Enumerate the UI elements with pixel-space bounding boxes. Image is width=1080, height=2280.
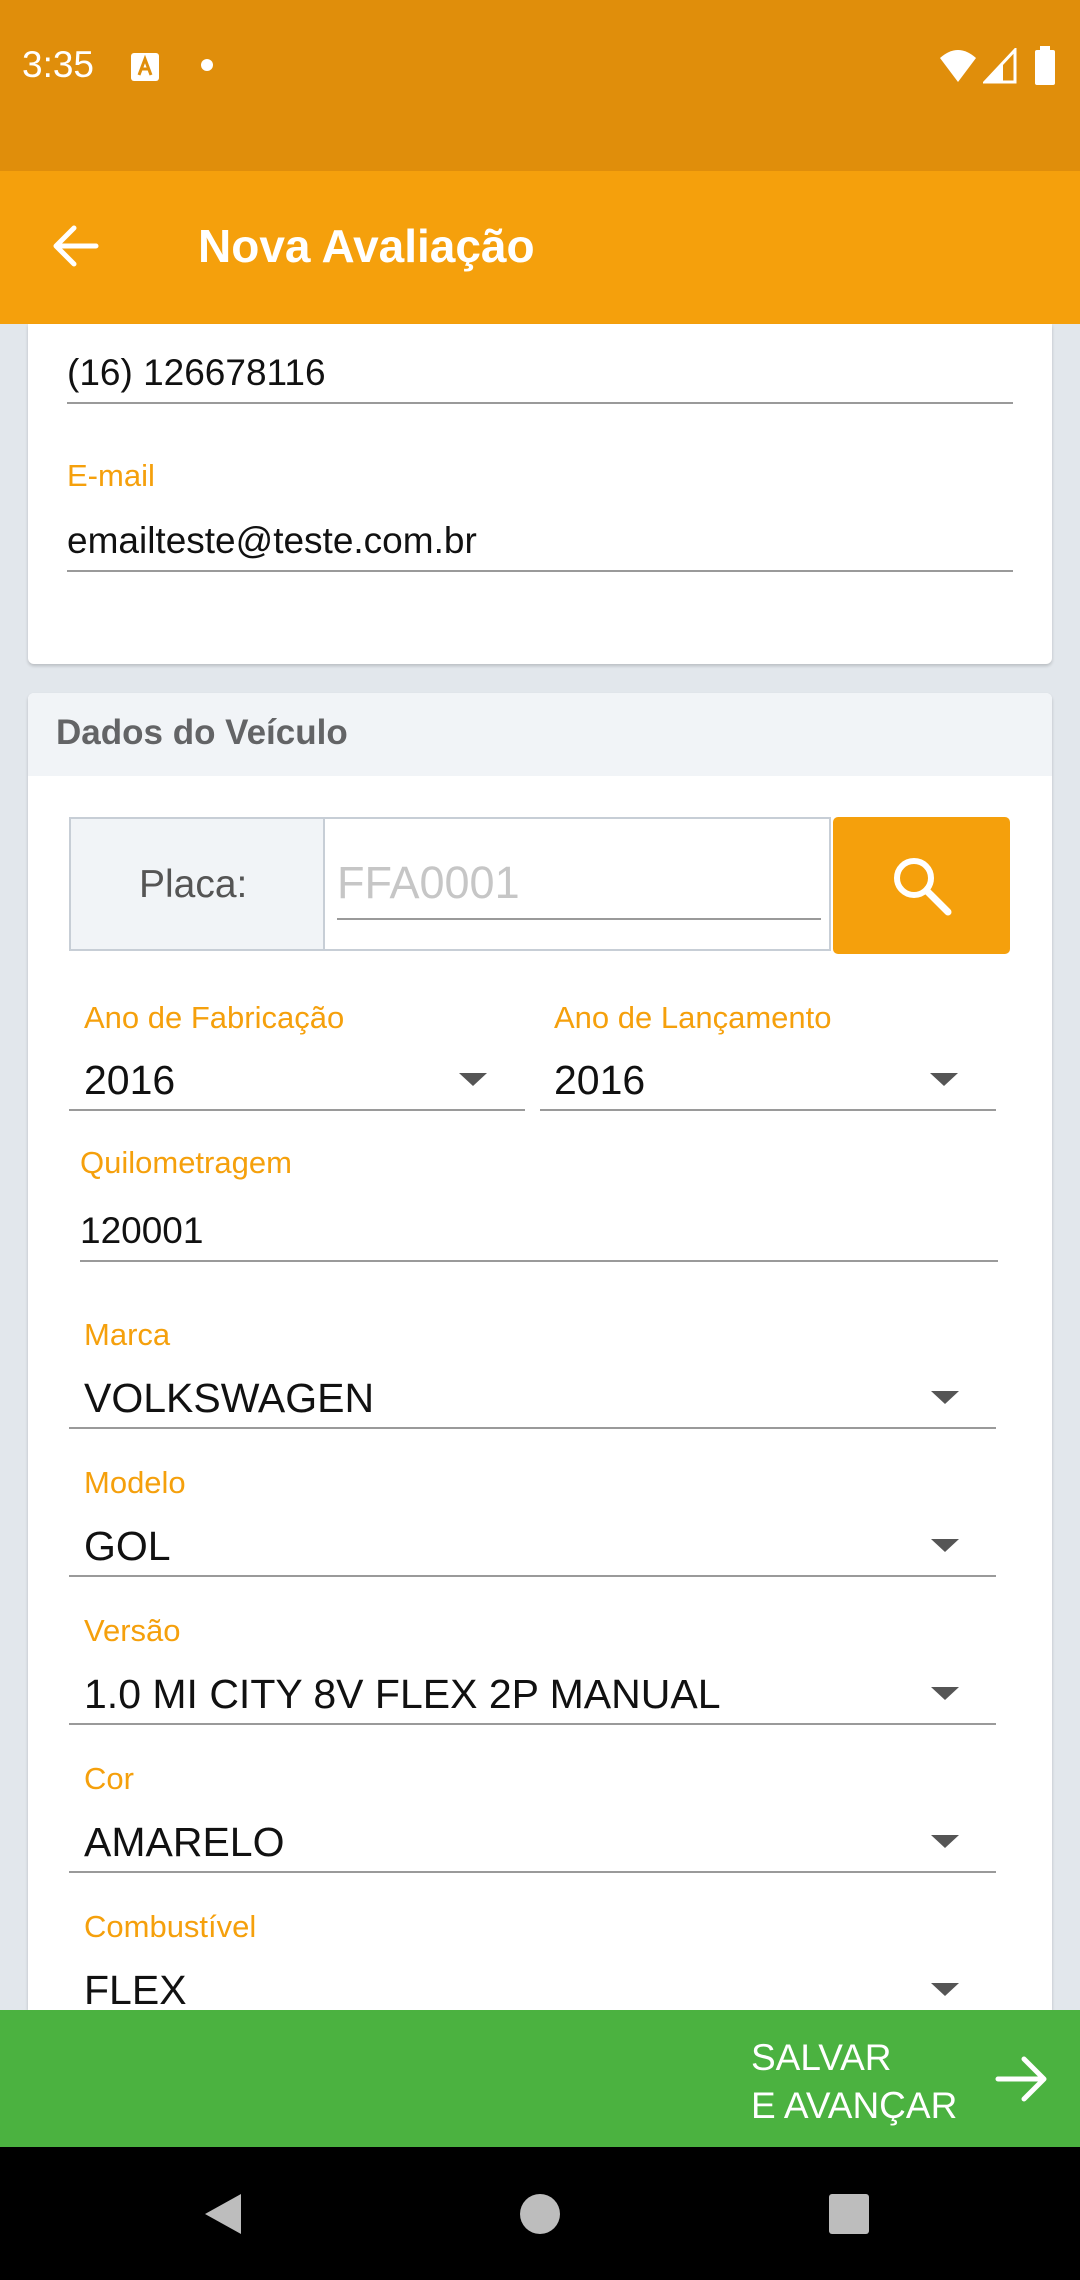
- chevron-down-icon: [931, 1539, 959, 1552]
- back-arrow-icon[interactable]: [50, 221, 100, 271]
- brand-label: Marca: [84, 1317, 171, 1352]
- plate-search-button[interactable]: [833, 817, 1010, 954]
- model-value: GOL: [84, 1523, 171, 1569]
- brand-underline: [69, 1427, 996, 1429]
- chevron-down-icon: [459, 1073, 487, 1086]
- fuel-select[interactable]: FLEX: [69, 1959, 996, 2010]
- mileage-input[interactable]: 120001: [80, 1210, 203, 1252]
- year-release-underline: [540, 1109, 996, 1111]
- notification-dot-icon: [201, 59, 213, 71]
- phone-input[interactable]: (16) 126678116: [67, 352, 326, 394]
- section-title: Dados do Veículo: [56, 713, 348, 752]
- email-underline: [67, 570, 1013, 572]
- signal-icon: [983, 48, 1017, 84]
- year-manufacture-value: 2016: [84, 1057, 176, 1103]
- app-bar: Nova Avaliação: [0, 171, 1080, 324]
- fuel-value: FLEX: [84, 1967, 187, 2010]
- page-title: Nova Avaliação: [198, 220, 535, 272]
- year-release-value: 2016: [554, 1057, 646, 1103]
- version-value: 1.0 MI CITY 8V FLEX 2P MANUAL: [84, 1671, 721, 1717]
- plate-underline: [337, 918, 821, 920]
- chevron-down-icon: [931, 1983, 959, 1996]
- nav-home-icon[interactable]: [518, 2192, 562, 2236]
- chevron-down-icon: [931, 1391, 959, 1404]
- search-icon: [894, 858, 952, 916]
- year-release-label: Ano de Lançamento: [554, 1000, 832, 1035]
- brand-value: VOLKSWAGEN: [84, 1375, 375, 1421]
- fuel-label: Combustível: [84, 1909, 257, 1944]
- chevron-down-icon: [931, 1687, 959, 1700]
- notification-a-icon: [131, 53, 159, 81]
- nav-recents-icon[interactable]: [828, 2193, 870, 2235]
- wifi-icon: [940, 50, 976, 82]
- plate-input[interactable]: FFA0001: [337, 857, 520, 909]
- chevron-down-icon: [930, 1073, 958, 1086]
- model-underline: [69, 1575, 996, 1577]
- year-manufacture-select[interactable]: 2016: [69, 1049, 525, 1111]
- contact-card: (16) 126678116 E-mail emailteste@teste.c…: [28, 324, 1052, 664]
- nav-back-icon[interactable]: [203, 2192, 243, 2236]
- save-and-continue-button[interactable]: SALVAR E AVANÇAR: [0, 2010, 1080, 2147]
- arrow-right-icon: [995, 2056, 1047, 2102]
- vehicle-card: Dados do Veículo Placa: FFA0001 Ano de F…: [28, 693, 1052, 2010]
- color-value: AMARELO: [84, 1819, 285, 1865]
- mileage-underline: [80, 1260, 998, 1262]
- vehicle-section-header: Dados do Veículo: [28, 693, 1052, 776]
- year-manufacture-underline: [69, 1109, 525, 1111]
- chevron-down-icon: [931, 1835, 959, 1848]
- plate-search-box: Placa: FFA0001: [69, 817, 831, 951]
- model-select[interactable]: GOL: [69, 1515, 996, 1577]
- status-time: 3:35: [22, 44, 95, 85]
- email-input[interactable]: emailteste@teste.com.br: [67, 520, 477, 562]
- save-label-line1: SALVAR: [751, 2037, 892, 2078]
- color-select[interactable]: AMARELO: [69, 1811, 996, 1873]
- brand-select[interactable]: VOLKSWAGEN: [69, 1367, 996, 1429]
- year-manufacture-label: Ano de Fabricação: [84, 1000, 345, 1035]
- version-label: Versão: [84, 1613, 181, 1648]
- plate-label-box: Placa:: [71, 819, 325, 949]
- mileage-label: Quilometragem: [80, 1145, 292, 1180]
- plate-label: Placa:: [139, 863, 248, 906]
- version-underline: [69, 1723, 996, 1725]
- phone-underline: [67, 402, 1013, 404]
- year-release-select[interactable]: 2016: [540, 1049, 996, 1111]
- status-bar: 3:35: [0, 0, 1080, 171]
- system-nav-bar: [0, 2147, 1080, 2280]
- version-select[interactable]: 1.0 MI CITY 8V FLEX 2P MANUAL: [69, 1663, 996, 1725]
- color-underline: [69, 1871, 996, 1873]
- email-label: E-mail: [67, 458, 155, 493]
- battery-icon: [1035, 46, 1055, 85]
- color-label: Cor: [84, 1761, 134, 1796]
- save-button-label: SALVAR E AVANÇAR: [751, 2034, 957, 2130]
- save-label-line2: E AVANÇAR: [751, 2085, 958, 2126]
- model-label: Modelo: [84, 1465, 186, 1500]
